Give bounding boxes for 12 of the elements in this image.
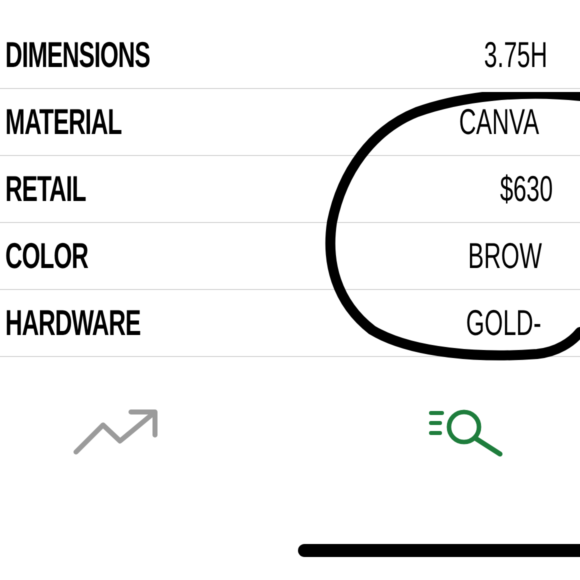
spec-label: MATERIAL <box>4 100 122 144</box>
spec-label: HARDWARE <box>4 301 142 345</box>
spec-value: 3.75H <box>484 33 548 77</box>
spec-value: $630 <box>500 167 553 211</box>
search-list-icon[interactable] <box>428 407 504 457</box>
spec-value: GOLD- <box>466 301 542 345</box>
spec-value: BROW <box>468 234 542 278</box>
spec-value: CANVA <box>458 100 539 144</box>
spec-label: COLOR <box>4 234 90 278</box>
trend-chart-icon[interactable] <box>73 409 160 455</box>
spec-label: DIMENSIONS <box>4 33 151 77</box>
spec-label: RETAIL <box>4 167 87 211</box>
